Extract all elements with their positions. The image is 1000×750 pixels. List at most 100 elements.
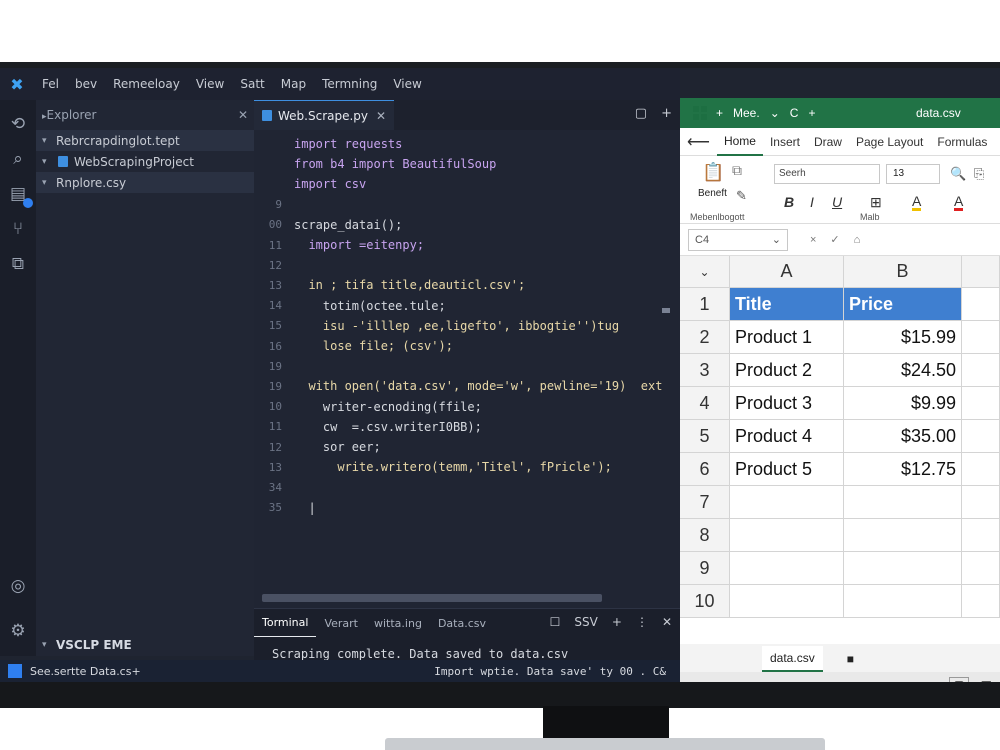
sheet-stop-icon[interactable]: ■ — [847, 652, 854, 666]
row-header[interactable]: 6 — [680, 453, 730, 486]
table-cell[interactable] — [962, 387, 1000, 420]
code-line[interactable]: 00 scrape_datai(); — [254, 215, 403, 235]
row-header[interactable]: 3 — [680, 354, 730, 387]
outline-section[interactable]: ▾ VSCLP EME — [36, 634, 254, 656]
table-cell[interactable]: Product 4 — [730, 420, 844, 453]
close-icon[interactable]: ✕ — [238, 108, 248, 122]
code-line[interactable]: 13 write.writero(temm,'Titel', fPricle')… — [254, 457, 612, 477]
tab-formulas[interactable]: Formulas — [930, 135, 994, 149]
table-cell[interactable]: Product 5 — [730, 453, 844, 486]
code-line[interactable]: 16 lose file; (csv'); — [254, 336, 453, 356]
table-cell[interactable]: $24.50 — [844, 354, 962, 387]
table-cell[interactable] — [962, 420, 1000, 453]
account-icon[interactable]: ◎ — [7, 575, 29, 597]
split-icon[interactable]: ⋮ — [636, 615, 648, 629]
row-header[interactable]: 1 — [680, 288, 730, 321]
table-cell[interactable] — [962, 321, 1000, 354]
table-cell[interactable]: $12.75 — [844, 453, 962, 486]
table-cell[interactable] — [962, 486, 1000, 519]
chevron-down-icon[interactable]: ⌄ — [770, 106, 780, 120]
code-line[interactable]: 19 — [254, 356, 294, 376]
row-header[interactable]: 4 — [680, 387, 730, 420]
borders-icon[interactable]: ⊞ — [870, 194, 882, 211]
tab-home[interactable]: Home — [716, 128, 763, 156]
menu-item[interactable]: View — [188, 77, 232, 91]
add-icon[interactable]: + — [661, 106, 672, 121]
terminal-ssv-label[interactable]: SSV — [574, 615, 597, 629]
back-arrow-icon[interactable]: ⟵ — [680, 132, 717, 152]
add-icon[interactable]: + — [808, 106, 815, 120]
table-cell[interactable] — [730, 486, 844, 519]
table-cell[interactable] — [962, 354, 1000, 387]
code-line[interactable]: 19 with open('data.csv', mode='w', pewli… — [254, 376, 663, 396]
row-header[interactable]: 7 — [680, 486, 730, 519]
table-cell[interactable] — [962, 552, 1000, 585]
source-control-icon[interactable]: ▤ — [7, 183, 33, 208]
tree-item-file[interactable]: ▾ Rnplore.csy — [36, 172, 254, 193]
tab-page-layout[interactable]: Page Layout — [849, 135, 930, 149]
quick-access-label[interactable]: Mee. — [733, 106, 760, 120]
search-icon[interactable]: ⌕ — [7, 148, 29, 170]
close-icon[interactable]: ✕ — [662, 615, 672, 629]
row-header[interactable]: 5 — [680, 420, 730, 453]
table-cell[interactable] — [730, 519, 844, 552]
tree-item-project[interactable]: ▾ WebScrapingProject — [36, 151, 254, 172]
table-cell[interactable]: Product 3 — [730, 387, 844, 420]
tab-panel[interactable]: witta.ing — [366, 617, 430, 630]
tab-panel[interactable]: Data.csv — [430, 617, 494, 630]
menu-item[interactable]: Termning — [314, 77, 385, 91]
minimap-slider[interactable] — [662, 308, 670, 313]
select-all-corner[interactable]: ⌄ — [680, 256, 730, 288]
table-cell[interactable] — [730, 585, 844, 618]
underline-button[interactable]: U — [832, 194, 842, 210]
row-header[interactable]: 9 — [680, 552, 730, 585]
close-icon[interactable]: ✕ — [376, 109, 386, 123]
table-cell[interactable]: Price — [844, 288, 962, 321]
remote-icon[interactable] — [8, 664, 22, 678]
checkbox-icon[interactable]: ☐ — [550, 615, 561, 629]
tree-item-folder[interactable]: ▾ Rebrcrapdinglot.tept — [36, 130, 254, 151]
table-cell[interactable] — [844, 486, 962, 519]
name-box[interactable]: C4 ⌄ — [688, 228, 788, 251]
tab-panel[interactable]: Verart — [316, 617, 366, 630]
table-cell[interactable] — [730, 552, 844, 585]
refresh-label[interactable]: C — [790, 106, 799, 120]
tab-insert[interactable]: Insert — [763, 135, 807, 149]
paste-label[interactable]: Beneft — [698, 188, 727, 199]
table-cell[interactable]: Product 1 — [730, 321, 844, 354]
spreadsheet-grid[interactable]: ⌄ A B 1 Title Price 2 Product 1 $15.99 3 Produc… — [680, 256, 1000, 632]
cut-icon[interactable]: ⧉ — [732, 162, 742, 179]
code-line[interactable]: 9 — [254, 195, 294, 215]
format-painter-icon[interactable]: ✎ — [736, 188, 747, 204]
row-header[interactable]: 10 — [680, 585, 730, 618]
table-cell[interactable] — [844, 519, 962, 552]
menu-item[interactable]: View — [385, 77, 429, 91]
table-cell[interactable]: Product 2 — [730, 354, 844, 387]
status-right-text[interactable]: Import wptie. Data save' ty 00 . C& — [434, 665, 666, 678]
font-size-input[interactable]: 13 — [886, 164, 940, 184]
table-cell[interactable] — [844, 585, 962, 618]
paste-icon[interactable]: 📋 — [702, 162, 724, 183]
table-cell[interactable] — [962, 519, 1000, 552]
split-editor-icon[interactable]: ▢ — [635, 106, 647, 121]
menu-item[interactable]: Remeeloay — [105, 77, 188, 91]
column-header[interactable]: A — [730, 256, 844, 288]
highlight-icon[interactable]: A — [912, 194, 922, 211]
explorer-icon[interactable]: ⟲ — [7, 113, 29, 135]
settings-gear-icon[interactable]: ⚙ — [7, 620, 29, 642]
column-header-empty[interactable] — [962, 256, 1000, 288]
font-name-input[interactable]: Seerh — [774, 164, 880, 184]
code-line[interactable]: 34 — [254, 477, 294, 497]
code-line[interactable]: 11 cw =.csv.writerI0BB); — [254, 417, 482, 437]
font-color-picker-icon[interactable]: 🔍 — [950, 166, 966, 182]
row-header[interactable]: 8 — [680, 519, 730, 552]
horizontal-scrollbar[interactable] — [262, 594, 602, 602]
menu-item[interactable]: Map — [273, 77, 314, 91]
table-cell[interactable]: $35.00 — [844, 420, 962, 453]
code-line[interactable]: import csv — [254, 174, 366, 194]
tab-terminal[interactable]: Torminal — [254, 609, 317, 637]
code-line[interactable]: import requests — [254, 134, 402, 154]
code-line[interactable]: 13 in ; tifa title,deauticl.csv'; — [254, 275, 525, 295]
extensions-icon[interactable]: ⧉ — [7, 253, 29, 275]
run-debug-icon[interactable]: ⑂ — [7, 218, 29, 240]
